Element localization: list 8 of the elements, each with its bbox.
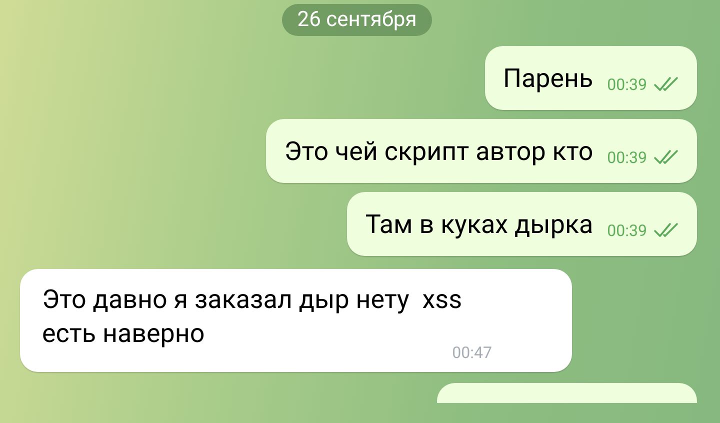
message-text: Это чей скрипт автор кто [284,136,594,169]
message-time: 00:39 [607,75,647,94]
date-badge: 26 сентября [282,4,432,36]
message-time: 00:39 [607,148,647,167]
message-text: Парень [502,63,594,96]
message-time: 00:39 [607,221,647,240]
message-text: Там в куках дырка [365,209,594,242]
message-time: 00:47 [452,343,492,362]
